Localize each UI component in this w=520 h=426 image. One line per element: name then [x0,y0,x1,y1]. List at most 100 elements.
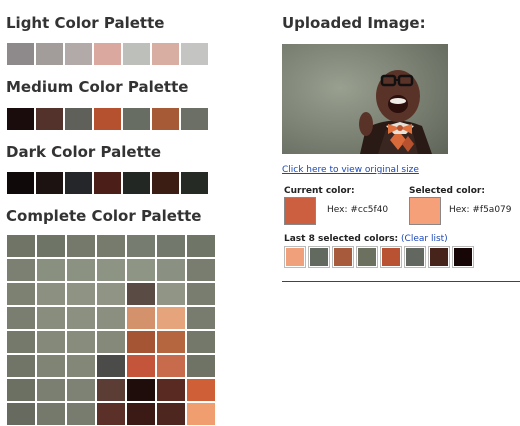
complete-palette-swatch[interactable] [126,306,156,330]
complete-palette-swatch[interactable] [6,306,36,330]
light-palette-swatch[interactable] [6,42,35,66]
complete-palette-swatch[interactable] [156,354,186,378]
complete-palette-swatch[interactable] [36,234,66,258]
complete-palette-swatch[interactable] [156,282,186,306]
current-color-hex: Hex: #cc5f40 [327,205,389,215]
view-original-link[interactable]: Click here to view original size [282,165,419,175]
dark-palette-heading: Dark Color Palette [6,143,162,161]
uploaded-image[interactable] [282,44,448,154]
medium-palette-swatch[interactable] [64,107,93,131]
complete-palette-swatch[interactable] [6,258,36,282]
selected-color-hex: Hex: #f5a079 [449,205,512,215]
complete-palette-swatch[interactable] [66,306,96,330]
dark-palette-swatch[interactable] [64,171,93,195]
complete-palette-swatch[interactable] [96,234,126,258]
complete-palette-swatch[interactable] [156,330,186,354]
dark-palette-swatch[interactable] [151,171,180,195]
last-selected-swatch[interactable] [308,246,330,268]
medium-palette [6,107,209,131]
complete-palette-swatch[interactable] [36,402,66,426]
complete-palette-swatch[interactable] [66,378,96,402]
light-palette-swatch[interactable] [64,42,93,66]
dark-palette [6,171,209,195]
complete-palette-swatch[interactable] [66,330,96,354]
complete-palette-swatch[interactable] [96,402,126,426]
last-selected-swatch[interactable] [452,246,474,268]
complete-palette-swatch[interactable] [6,234,36,258]
selected-color-label: Selected color: [409,186,485,196]
complete-palette-swatch[interactable] [36,354,66,378]
complete-palette-swatch[interactable] [96,258,126,282]
complete-palette-swatch[interactable] [6,402,36,426]
complete-palette-heading: Complete Color Palette [6,207,202,225]
complete-palette-swatch[interactable] [96,282,126,306]
last-selected-swatch[interactable] [404,246,426,268]
complete-palette-swatch[interactable] [156,234,186,258]
complete-palette-swatch[interactable] [126,330,156,354]
complete-palette-swatch[interactable] [156,402,186,426]
complete-palette-swatch[interactable] [66,258,96,282]
light-palette-swatch[interactable] [151,42,180,66]
dark-palette-swatch[interactable] [6,171,35,195]
medium-palette-swatch[interactable] [151,107,180,131]
complete-palette-swatch[interactable] [186,282,216,306]
medium-palette-swatch[interactable] [35,107,64,131]
complete-palette-swatch[interactable] [186,378,216,402]
complete-palette-swatch[interactable] [126,258,156,282]
divider [282,281,520,282]
complete-palette-swatch[interactable] [6,378,36,402]
light-palette [6,42,209,66]
complete-palette-swatch[interactable] [126,378,156,402]
last-selected-swatch[interactable] [428,246,450,268]
dark-palette-swatch[interactable] [35,171,64,195]
complete-palette-swatch[interactable] [66,282,96,306]
complete-palette-swatch[interactable] [186,258,216,282]
complete-palette-swatch[interactable] [186,402,216,426]
complete-palette-swatch[interactable] [126,282,156,306]
light-palette-swatch[interactable] [93,42,122,66]
complete-palette-swatch[interactable] [96,306,126,330]
complete-palette-swatch[interactable] [96,354,126,378]
last-selected-swatch[interactable] [284,246,306,268]
light-palette-swatch[interactable] [180,42,209,66]
complete-palette-swatch[interactable] [36,330,66,354]
last-selected-swatch[interactable] [380,246,402,268]
complete-palette-swatch[interactable] [36,258,66,282]
complete-palette-swatch[interactable] [186,330,216,354]
medium-palette-swatch[interactable] [6,107,35,131]
dark-palette-swatch[interactable] [122,171,151,195]
complete-palette-swatch[interactable] [66,234,96,258]
clear-list-link[interactable]: (Clear list) [401,234,448,244]
complete-palette-swatch[interactable] [126,354,156,378]
complete-palette-swatch[interactable] [36,306,66,330]
complete-palette-swatch[interactable] [126,234,156,258]
complete-palette-swatch[interactable] [6,354,36,378]
medium-palette-swatch[interactable] [122,107,151,131]
dark-palette-swatch[interactable] [93,171,122,195]
complete-palette-swatch[interactable] [126,402,156,426]
complete-palette-swatch[interactable] [66,402,96,426]
complete-palette-swatch[interactable] [36,282,66,306]
complete-palette-swatch[interactable] [156,378,186,402]
last-colors-label: Last 8 selected colors: [284,234,399,244]
complete-palette-swatch[interactable] [6,282,36,306]
complete-palette-swatch[interactable] [156,306,186,330]
complete-palette-swatch[interactable] [96,330,126,354]
complete-palette-swatch[interactable] [156,258,186,282]
complete-palette-swatch[interactable] [186,354,216,378]
last-selected-swatch[interactable] [356,246,378,268]
complete-palette-swatch[interactable] [96,378,126,402]
complete-palette-swatch[interactable] [36,378,66,402]
selected-color-swatch [409,197,441,225]
medium-palette-swatch[interactable] [180,107,209,131]
light-palette-swatch[interactable] [122,42,151,66]
medium-palette-swatch[interactable] [93,107,122,131]
complete-palette-swatch[interactable] [186,306,216,330]
last-selected-swatch[interactable] [332,246,354,268]
complete-palette-grid [6,234,216,426]
complete-palette-swatch[interactable] [66,354,96,378]
complete-palette-swatch[interactable] [186,234,216,258]
light-palette-swatch[interactable] [35,42,64,66]
dark-palette-swatch[interactable] [180,171,209,195]
complete-palette-swatch[interactable] [6,330,36,354]
